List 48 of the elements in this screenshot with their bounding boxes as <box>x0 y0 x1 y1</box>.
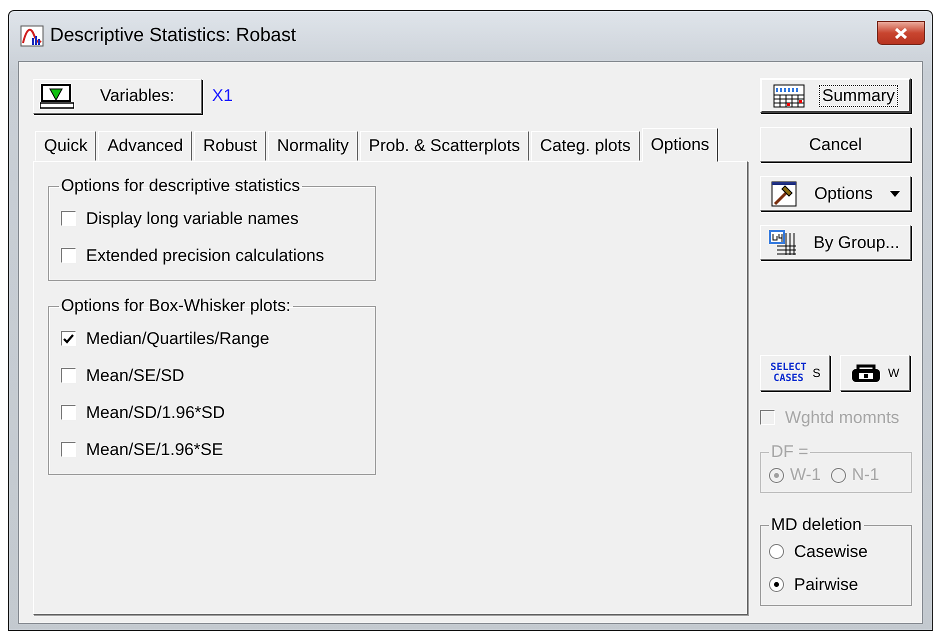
check-icon <box>63 334 74 344</box>
weight-button[interactable]: W <box>840 355 910 391</box>
tab[interactable]: Prob. & Scatterplots <box>360 131 529 161</box>
radio-label: Casewise <box>794 542 868 562</box>
caret-icon <box>890 190 900 196</box>
checkbox[interactable] <box>61 405 76 420</box>
variables-button[interactable]: Variables: <box>33 78 202 114</box>
group-title: Options for Box-Whisker plots: <box>60 296 292 316</box>
group-title: DF = <box>770 442 810 462</box>
tab[interactable]: Quick <box>35 131 96 161</box>
radio-label: N-1 <box>852 465 880 485</box>
checkbox-label: Mean/SE/1.96*SE <box>86 440 224 460</box>
checkbox-label: Display long variable names <box>86 208 299 228</box>
grid-icon <box>768 230 796 256</box>
spreadsheet-icon <box>773 84 806 108</box>
radio-label: W-1 <box>790 465 821 485</box>
tab[interactable]: Options <box>642 128 718 162</box>
checkbox-label: Mean/SD/1.96*SD <box>86 402 225 422</box>
checkbox-label: Mean/SE/SD <box>86 366 184 386</box>
close-button[interactable] <box>877 21 925 45</box>
summary-button[interactable]: Summary <box>760 78 911 113</box>
cancel-button[interactable]: Cancel <box>760 127 911 162</box>
options-button[interactable]: Options <box>760 176 911 211</box>
radio-button[interactable] <box>769 577 784 592</box>
checkbox[interactable] <box>61 442 76 457</box>
cassette-icon <box>850 363 881 383</box>
checkbox[interactable] <box>61 368 76 383</box>
window-title: Descriptive Statistics: Robast <box>50 25 298 47</box>
radio-label: Pairwise <box>794 574 858 594</box>
group-title: MD deletion <box>770 515 863 535</box>
checkbox-label: Median/Quartiles/Range <box>86 328 270 348</box>
checkbox[interactable] <box>61 331 76 346</box>
by-group-button[interactable]: By Group... <box>760 225 911 260</box>
tab[interactable]: Categ. plots <box>530 131 640 161</box>
tab[interactable]: Normality <box>268 131 358 161</box>
tab[interactable]: Robust <box>194 131 266 161</box>
monitor-icon <box>40 83 74 109</box>
chart-icon <box>20 25 44 47</box>
radio-button[interactable] <box>769 544 784 559</box>
checkbox-label: Wghtd momnts <box>785 408 900 428</box>
close-icon <box>895 28 907 38</box>
group-title: Options for descriptive statistics <box>60 176 302 196</box>
variable-value: X1 <box>212 86 233 106</box>
hammer-icon <box>771 180 798 206</box>
tab[interactable]: Advanced <box>98 131 192 161</box>
checkbox[interactable] <box>61 248 76 263</box>
checkbox-label: Extended precision calculations <box>86 246 324 266</box>
checkbox[interactable] <box>61 211 76 226</box>
